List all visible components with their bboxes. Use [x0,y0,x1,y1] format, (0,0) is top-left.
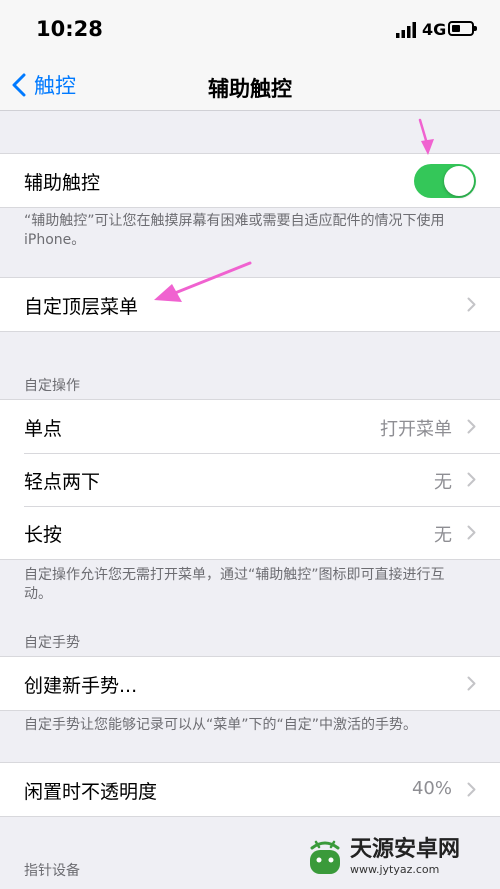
create-gesture-row[interactable]: 创建新手势... [0,657,500,710]
chevron-right-icon [467,419,476,434]
watermark: 天源安卓网 www.jytyaz.com [306,836,460,876]
network-type: 4G [422,20,447,39]
battery-icon [448,21,477,36]
chevron-right-icon [467,676,476,691]
custom-gestures-footnote: 自定手势让您能够记录可以从“菜单”下的“自定”中激活的手势。 [24,717,418,733]
assistive-touch-label: 辅助触控 [24,172,101,194]
long-press-label: 长按 [24,524,63,546]
assistive-touch-footnote: “辅助触控”可让您在触摸屏幕有困难或需要自适应配件的情况下使用iPhone。 [24,213,445,248]
custom-actions-group: 单点 打开菜单 轻点两下 无 长按 无 [0,399,500,560]
status-time: 10:28 [36,17,103,41]
create-gesture-label: 创建新手势... [24,675,138,697]
assistive-touch-group: 辅助触控 [0,153,500,208]
single-tap-value: 打开菜单 [380,419,452,440]
idle-opacity-row[interactable]: 闲置时不透明度 40% [0,763,500,816]
top-menu-group: 自定顶层菜单 [0,277,500,332]
long-press-row[interactable]: 长按 无 [0,506,500,559]
custom-actions-header: 自定操作 [24,378,80,394]
chevron-right-icon [467,472,476,487]
idle-opacity-group: 闲置时不透明度 40% [0,762,500,817]
watermark-logo-icon [310,840,340,874]
watermark-url: www.jytyaz.com [350,862,440,876]
assistive-touch-toggle[interactable] [414,164,476,198]
watermark-title: 天源安卓网 [350,836,461,862]
customize-top-menu-row[interactable]: 自定顶层菜单 [0,278,500,331]
page-title: 辅助触控 [208,77,292,101]
long-press-value: 无 [434,525,452,546]
chevron-right-icon [467,525,476,540]
single-tap-label: 单点 [24,418,63,440]
pointer-devices-header: 指针设备 [24,863,80,879]
custom-actions-footnote: 自定操作允许您无需打开菜单，通过“辅助触控”图标即可直接进行互动。 [24,567,445,602]
customize-top-menu-label: 自定顶层菜单 [24,296,139,318]
custom-gestures-group: 创建新手势... [0,656,500,711]
chevron-right-icon [467,782,476,797]
assistive-touch-row: 辅助触控 [0,154,500,207]
double-tap-row[interactable]: 轻点两下 无 [0,453,500,506]
arrow-to-toggle-icon [418,118,434,155]
custom-gestures-header: 自定手势 [24,635,80,651]
navigation-bar: 触控 辅助触控 [0,60,500,111]
idle-opacity-value: 40% [411,778,452,799]
chevron-right-icon [467,297,476,312]
signal-icon [396,22,416,38]
single-tap-row[interactable]: 单点 打开菜单 [0,400,500,453]
double-tap-value: 无 [434,472,452,493]
status-bar: 10:28 4G [0,0,500,60]
idle-opacity-label: 闲置时不透明度 [24,781,158,803]
double-tap-label: 轻点两下 [24,471,101,493]
